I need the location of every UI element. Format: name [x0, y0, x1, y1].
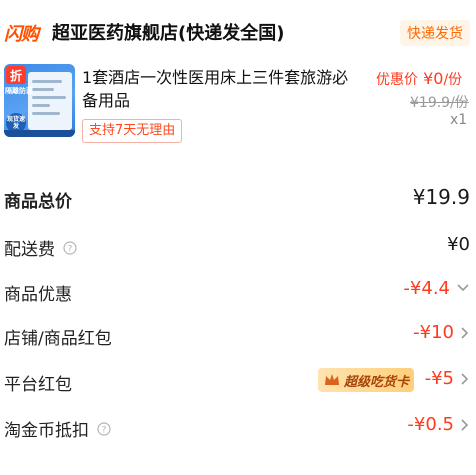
help-icon[interactable]: ? [63, 240, 77, 255]
taojinbi-value: -¥0.5 [407, 414, 454, 435]
svg-text:?: ? [102, 425, 107, 435]
chevron-down-icon[interactable] [456, 283, 470, 293]
promo-price: 优惠价 ¥0/份 [376, 69, 462, 89]
svg-text:?: ? [68, 244, 73, 254]
discount-badge: 折 [6, 66, 26, 84]
platform-coupon-value: -¥5 [424, 368, 454, 389]
promo-price-label: 优惠价 [376, 72, 418, 88]
chevron-right-icon[interactable] [460, 372, 470, 386]
taojinbi-row: 淘金币抵扣 ? [4, 416, 111, 441]
chevron-right-icon[interactable] [460, 326, 470, 340]
return-policy-tag: 支持7天无理由 [82, 119, 183, 143]
shipping-method-tag: 快递发货 [400, 20, 470, 46]
shipping-fee-label: 配送费 [4, 240, 55, 260]
shop-coupon-label: 店铺/商品红包 [4, 329, 112, 349]
help-icon[interactable]: ? [97, 421, 111, 436]
taojinbi-label: 淘金币抵扣 [4, 421, 89, 441]
original-price: ¥19.9/份 [410, 95, 469, 111]
shipping-fee-row: 配送费 ? [4, 235, 77, 260]
thumb-bottom-strip [4, 130, 75, 137]
product-package-graphic [28, 72, 72, 130]
flash-buy-logo: 闪购 [4, 24, 39, 45]
super-foodie-card-text: 超级吃货卡 [344, 374, 410, 390]
total-price-value: ¥19.9 [412, 185, 470, 209]
product-discount-label: 商品优惠 [4, 285, 72, 305]
total-price-label: 商品总价 [4, 192, 72, 212]
crown-icon [325, 374, 339, 385]
promo-price-value: ¥0 [423, 69, 444, 88]
shop-name[interactable]: 超亚医药旗舰店(快递发全国) [52, 19, 284, 45]
product-title[interactable]: 1套酒店一次性医用床上三件套旅游必备用品 [82, 66, 352, 112]
platform-coupon-label: 平台红包 [4, 375, 72, 395]
thumb-label: 隔離防菌 [5, 87, 33, 95]
quantity: x1 [450, 112, 468, 128]
shipping-fee-value: ¥0 [447, 234, 470, 255]
product-discount-value: -¥4.4 [403, 278, 450, 299]
shop-coupon-value: -¥10 [413, 322, 454, 343]
chevron-right-icon[interactable] [460, 418, 470, 432]
product-thumbnail[interactable]: 折 隔離防菌 现货速发 [4, 64, 75, 137]
super-foodie-card-badge[interactable]: 超级吃货卡 [318, 368, 414, 392]
promo-price-unit: /份 [443, 72, 463, 88]
